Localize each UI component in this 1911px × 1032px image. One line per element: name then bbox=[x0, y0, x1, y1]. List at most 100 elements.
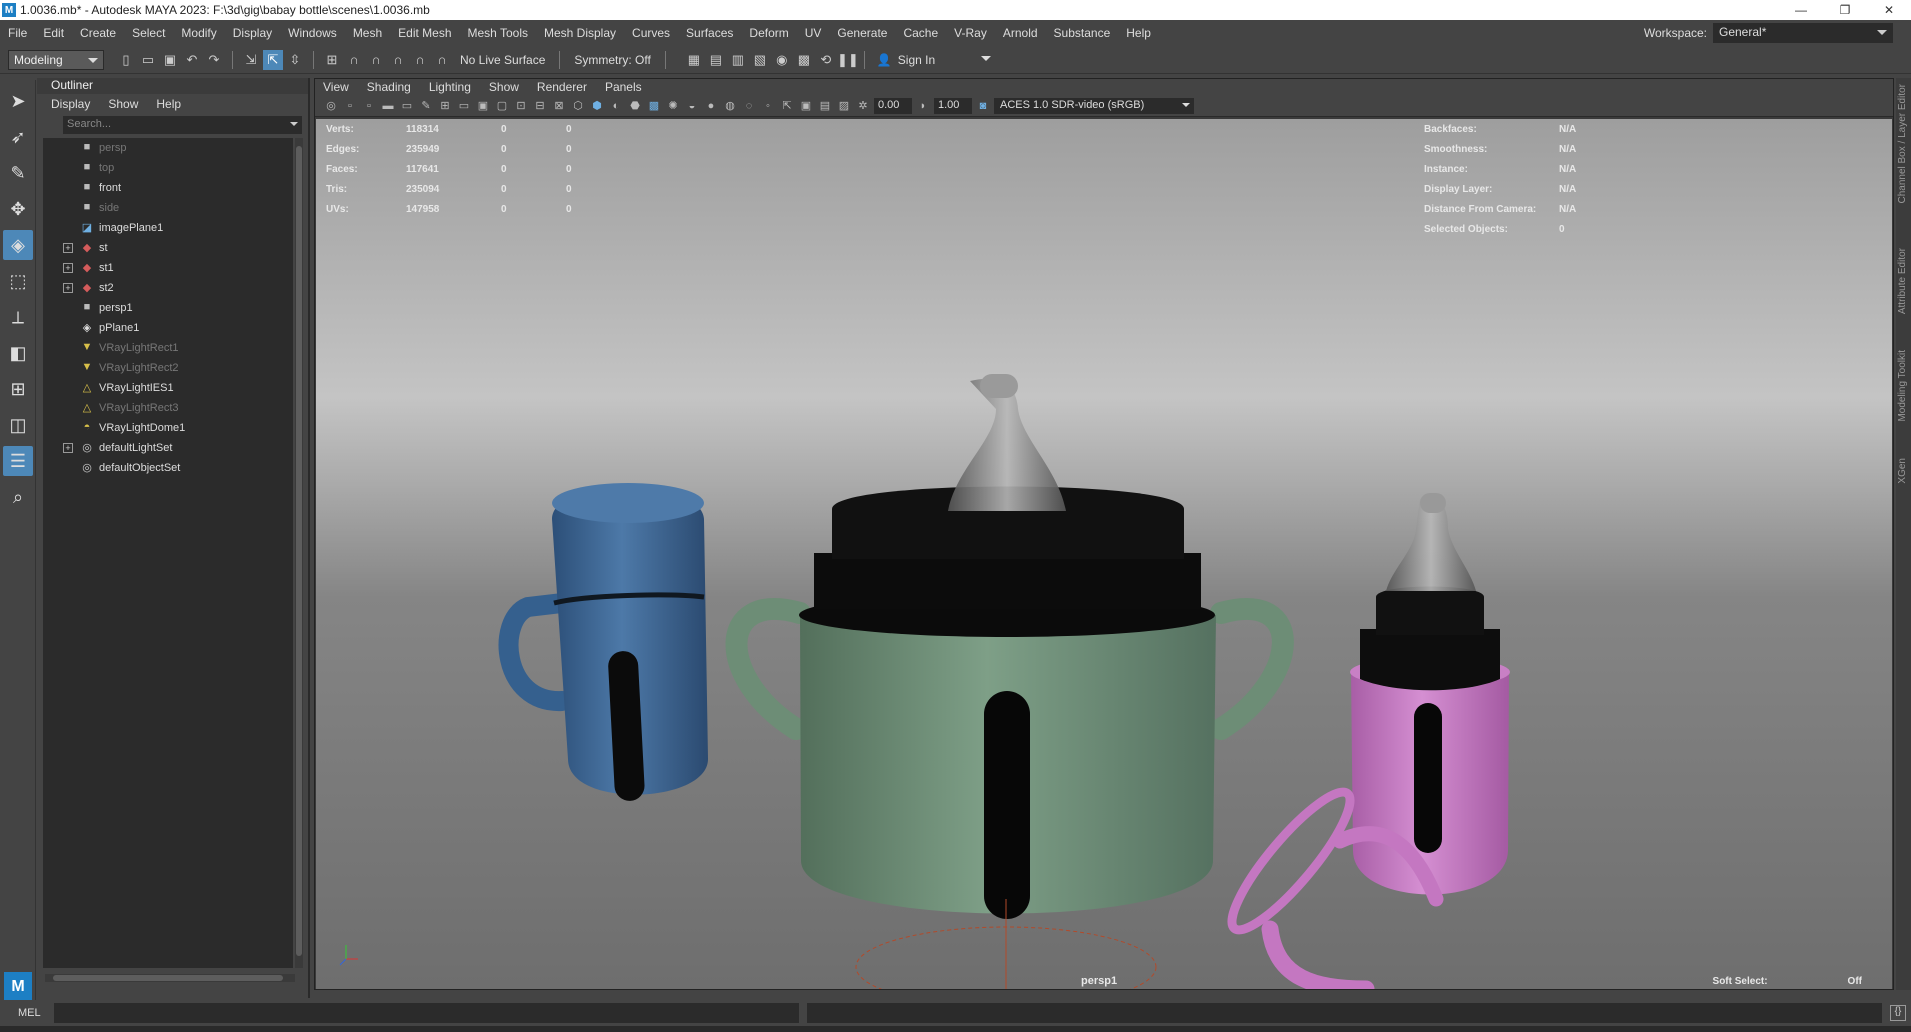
menu-file[interactable]: File bbox=[0, 26, 35, 40]
menu-surfaces[interactable]: Surfaces bbox=[678, 26, 741, 40]
viewport-menu-show[interactable]: Show bbox=[489, 80, 519, 94]
viewport-3d-scene[interactable]: Verts: 118314 0 0 Edges: 235949 0 0 Faces: 117641… bbox=[316, 119, 1892, 989]
xray-components-icon[interactable]: ▨ bbox=[836, 98, 852, 114]
menu-mesh[interactable]: Mesh bbox=[345, 26, 390, 40]
menu-cache[interactable]: Cache bbox=[895, 26, 946, 40]
anti-alias-icon[interactable]: ◌ bbox=[741, 98, 757, 114]
outliner-item[interactable]: ◪ imagePlane1 bbox=[43, 218, 293, 238]
safe-title-icon[interactable]: ⊠ bbox=[551, 98, 567, 114]
symmetry-dropdown[interactable]: Symmetry: Off bbox=[566, 53, 658, 67]
viewport-menu-panels[interactable]: Panels bbox=[605, 80, 642, 94]
depth-of-field-icon[interactable]: ◦ bbox=[760, 98, 776, 114]
outliner-search-input[interactable]: Search... bbox=[63, 116, 302, 134]
xray-joints-icon[interactable]: ▤ bbox=[817, 98, 833, 114]
render-view-icon[interactable]: ▦ bbox=[684, 50, 704, 70]
undo-icon[interactable]: ↶ bbox=[182, 50, 202, 70]
wireframe-shaded-icon[interactable]: ⬣ bbox=[627, 98, 643, 114]
save-scene-icon[interactable]: ▣ bbox=[160, 50, 180, 70]
render-settings-icon[interactable]: ▧ bbox=[750, 50, 770, 70]
isolate-select-icon[interactable]: ⇱ bbox=[779, 98, 795, 114]
outliner-item[interactable]: ▼ VRayLightRect2 bbox=[43, 358, 293, 378]
menu-curves[interactable]: Curves bbox=[624, 26, 678, 40]
manipulator-icon[interactable]: ⟂ bbox=[3, 302, 33, 332]
viewport-menu-lighting[interactable]: Lighting bbox=[429, 80, 471, 94]
viewport-menu-view[interactable]: View bbox=[323, 80, 349, 94]
move-tool-icon[interactable]: ✥ bbox=[3, 194, 33, 224]
menu-create[interactable]: Create bbox=[72, 26, 124, 40]
tab-xgen[interactable]: XGen bbox=[1897, 458, 1908, 484]
maya-home-icon[interactable]: M bbox=[4, 972, 32, 1002]
select-component-icon[interactable]: ⇳ bbox=[285, 50, 305, 70]
menu-help[interactable]: Help bbox=[1118, 26, 1159, 40]
outliner-item[interactable]: ◈ pPlane1 bbox=[43, 318, 293, 338]
expand-icon[interactable]: + bbox=[63, 263, 73, 273]
snap-live-icon[interactable]: ∩ bbox=[432, 50, 452, 70]
new-scene-icon[interactable]: ▯ bbox=[116, 50, 136, 70]
live-surface-field[interactable]: No Live Surface bbox=[452, 53, 553, 67]
outliner-item[interactable]: + ◎ defaultLightSet bbox=[43, 438, 293, 458]
viewport-menu-shading[interactable]: Shading bbox=[367, 80, 411, 94]
ambient-occlusion-icon[interactable]: ● bbox=[703, 98, 719, 114]
scale-tool-icon[interactable]: ⬚ bbox=[3, 266, 33, 296]
tab-channel-box[interactable]: Channel Box / Layer Editor bbox=[1897, 84, 1908, 204]
menu-mesh-display[interactable]: Mesh Display bbox=[536, 26, 624, 40]
menu-uv[interactable]: UV bbox=[797, 26, 830, 40]
snap-point-icon[interactable]: ∩ bbox=[366, 50, 386, 70]
menu-display[interactable]: Display bbox=[225, 26, 280, 40]
field-chart-icon[interactable]: ⊡ bbox=[513, 98, 529, 114]
menu-edit[interactable]: Edit bbox=[35, 26, 72, 40]
outliner-item[interactable]: ▼ VRayLightRect1 bbox=[43, 338, 293, 358]
paint-select-icon[interactable]: ✎ bbox=[3, 158, 33, 188]
smooth-shade-icon[interactable]: ⬢ bbox=[589, 98, 605, 114]
two-view-icon[interactable]: ◫ bbox=[3, 410, 33, 440]
expand-icon[interactable]: + bbox=[63, 283, 73, 293]
sign-in-dropdown[interactable]: 👤 Sign In bbox=[871, 50, 991, 70]
outliner-tab[interactable]: Outliner bbox=[37, 78, 308, 94]
outliner-item[interactable]: ■ persp1 bbox=[43, 298, 293, 318]
outliner-item[interactable]: + ◆ st bbox=[43, 238, 293, 258]
expand-icon[interactable]: + bbox=[63, 243, 73, 253]
four-view-icon[interactable]: ⊞ bbox=[3, 374, 33, 404]
outliner-item[interactable]: △ VRayLightRect3 bbox=[43, 398, 293, 418]
select-object-icon[interactable]: ⇱ bbox=[263, 49, 283, 70]
bookmark-icon[interactable]: ▫ bbox=[361, 98, 377, 114]
render-frame-icon[interactable]: ▤ bbox=[706, 50, 726, 70]
outliner-item[interactable]: + ◆ st1 bbox=[43, 258, 293, 278]
pause-icon[interactable]: ❚❚ bbox=[837, 50, 859, 70]
outliner-menu-display[interactable]: Display bbox=[51, 97, 90, 111]
snap-curve-icon[interactable]: ∩ bbox=[344, 50, 364, 70]
restore-button[interactable]: ❐ bbox=[1823, 0, 1867, 20]
wireframe-icon[interactable]: ⬡ bbox=[570, 98, 586, 114]
textured-icon[interactable]: ▩ bbox=[646, 98, 662, 114]
select-tool-icon[interactable]: ➤ bbox=[3, 86, 33, 116]
script-editor-icon[interactable]: {} bbox=[1890, 1005, 1906, 1021]
menu-windows[interactable]: Windows bbox=[280, 26, 345, 40]
menu-deform[interactable]: Deform bbox=[741, 26, 796, 40]
minimize-button[interactable]: — bbox=[1779, 0, 1823, 20]
shadows-icon[interactable]: ◒ bbox=[684, 98, 700, 114]
gamma-field[interactable]: 1.00 bbox=[934, 97, 972, 114]
menu-modify[interactable]: Modify bbox=[173, 26, 224, 40]
menu-vray[interactable]: V-Ray bbox=[946, 26, 995, 40]
menu-mesh-tools[interactable]: Mesh Tools bbox=[460, 26, 536, 40]
exposure-icon[interactable]: ✲ bbox=[855, 98, 871, 114]
outliner-item[interactable]: △ VRayLightIES1 bbox=[43, 378, 293, 398]
camera-attr-icon[interactable]: ▫ bbox=[342, 98, 358, 114]
outliner-menu-help[interactable]: Help bbox=[156, 97, 181, 111]
open-scene-icon[interactable]: ▭ bbox=[138, 50, 158, 70]
command-input[interactable] bbox=[54, 1003, 799, 1023]
lasso-tool-icon[interactable]: ➶ bbox=[3, 122, 33, 152]
grease-pencil-icon[interactable]: ✎ bbox=[418, 98, 434, 114]
outliner-item[interactable]: ■ persp bbox=[43, 138, 293, 158]
gamma-icon[interactable]: ◗ bbox=[915, 98, 931, 114]
outliner-item[interactable]: ■ side bbox=[43, 198, 293, 218]
outliner-item[interactable]: ■ front bbox=[43, 178, 293, 198]
menu-select[interactable]: Select bbox=[124, 26, 173, 40]
outliner-item[interactable]: ◎ defaultObjectSet bbox=[43, 458, 293, 478]
vray-ipr-icon[interactable]: ⟲ bbox=[816, 50, 836, 70]
search-icon[interactable]: ⌕ bbox=[3, 482, 33, 512]
menu-generate[interactable]: Generate bbox=[829, 26, 895, 40]
tab-modeling-toolkit[interactable]: Modeling Toolkit bbox=[1897, 350, 1908, 422]
camera-select-icon[interactable]: ◎ bbox=[323, 98, 339, 114]
snap-view-icon[interactable]: ∩ bbox=[388, 50, 408, 70]
